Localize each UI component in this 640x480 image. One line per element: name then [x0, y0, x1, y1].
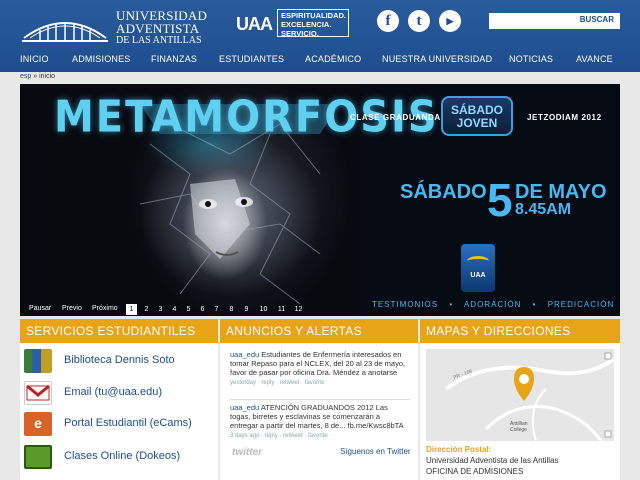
- sabado-joven-badge: SÁBADO JOVEN: [441, 96, 513, 136]
- logo-line-3: DE LAS ANTILLAS: [116, 35, 202, 46]
- address-line: Universidad Adventista de las Antillas: [426, 456, 559, 465]
- slogan-line: SERVICIO.: [281, 29, 319, 38]
- campus-map[interactable]: PR - 106 Antillian College: [426, 349, 614, 441]
- event-day-number: 5: [487, 174, 513, 226]
- link-sep: •: [532, 300, 537, 309]
- slogan-line: EXCELENCIA.: [281, 20, 332, 29]
- link-testimonios[interactable]: TESTIMONIOS: [372, 300, 438, 309]
- slide-page[interactable]: 8: [226, 304, 237, 315]
- banner-jetzodiam: JETZODIAM 2012: [527, 113, 602, 122]
- service-biblioteca[interactable]: Biblioteca Dennis Soto: [20, 347, 218, 375]
- event-time: 8.45AM: [515, 201, 572, 218]
- mapas-panel: PR - 106 Antillian College Dirección Pos…: [420, 343, 620, 480]
- service-label[interactable]: Portal Estudiantil (eCams): [64, 417, 192, 429]
- uaa-emblem-icon: UAA: [461, 244, 495, 292]
- emblem-arc: [467, 256, 489, 266]
- service-label[interactable]: Email (tu@uaa.edu): [64, 386, 162, 398]
- servicios-panel: Biblioteca Dennis Soto Email (tu@uaa.edu…: [20, 343, 218, 480]
- tweet-divider: [230, 399, 410, 400]
- dokeos-icon: [24, 445, 52, 469]
- breadcrumb-sep: »: [31, 73, 40, 80]
- service-ecams[interactable]: e Portal Estudiantil (eCams): [20, 410, 218, 438]
- badge-line-2: JOVEN: [456, 116, 498, 130]
- slide-page[interactable]: 1: [126, 304, 137, 315]
- map-zoom-in[interactable]: [604, 352, 612, 360]
- library-icon: [24, 349, 52, 373]
- main-nav: INICIO ADMISIONES FINANZAS ESTUDIANTES A…: [0, 49, 640, 71]
- map-place-label-2: College: [510, 427, 527, 433]
- breadcrumb-current: inicio: [39, 73, 56, 80]
- slide-page[interactable]: 12: [293, 304, 304, 315]
- logo-text: UNIVERSIDAD ADVENTISTA DE LAS ANTILLAS: [116, 9, 207, 46]
- uaa-mark: UAA: [236, 14, 273, 34]
- map-pin-icon: [514, 367, 534, 401]
- link-adoracion[interactable]: ADORACIÓN: [464, 300, 521, 309]
- link-sep: •: [449, 300, 454, 309]
- prev-button[interactable]: Previo: [62, 305, 82, 312]
- twitter-logo-icon: twitter: [232, 447, 262, 458]
- mapas-header: MAPAS Y DIRECCIONES: [420, 319, 620, 343]
- map-drawing: PR - 106 Antillian College: [444, 352, 614, 441]
- nav-inicio[interactable]: INICIO: [20, 54, 49, 64]
- banner-clase: CLASE GRADUANDA: [350, 113, 441, 122]
- breadcrumb: esp » inicio: [20, 73, 55, 80]
- address-line: OFICINA DE ADMISIONES: [426, 467, 524, 476]
- search-box: BUSCAR: [489, 13, 620, 29]
- slide-page[interactable]: 11: [276, 304, 287, 315]
- service-label[interactable]: Clases Online (Dokeos): [64, 450, 180, 462]
- tweet: uaa_edu Estudiantes de Enfermería intere…: [230, 350, 410, 388]
- slide-page[interactable]: 6: [197, 304, 208, 315]
- breadcrumb-home[interactable]: esp: [20, 73, 31, 80]
- nav-admisiones[interactable]: ADMISIONES: [72, 54, 131, 64]
- slogan-line: ESPIRITUALIDAD.: [281, 11, 347, 20]
- service-email[interactable]: Email (tu@uaa.edu): [20, 379, 218, 407]
- youtube-icon[interactable]: ▶: [439, 10, 461, 32]
- emblem-text: UAA: [470, 272, 486, 279]
- nav-estudiantes[interactable]: ESTUDIANTES: [219, 54, 284, 64]
- slide-page[interactable]: 3: [155, 304, 166, 315]
- slide-page[interactable]: 5: [183, 304, 194, 315]
- anuncios-panel: uaa_edu Estudiantes de Enfermería intere…: [220, 343, 418, 480]
- tweet-user[interactable]: uaa_edu: [230, 350, 259, 359]
- slide-page[interactable]: 7: [211, 304, 222, 315]
- hero-banner[interactable]: METAMORFOSIS CLASE GRADUANDA SÁBADO JOVE…: [20, 84, 620, 316]
- slide-page[interactable]: 2: [141, 304, 152, 315]
- email-icon: [24, 381, 52, 405]
- servicios-header: SERVICIOS ESTUDIANTILES: [20, 319, 218, 343]
- search-input[interactable]: [491, 14, 581, 28]
- slide-page[interactable]: 4: [169, 304, 180, 315]
- slogan-box: ESPIRITUALIDAD. EXCELENCIA. SERVICIO.: [277, 9, 349, 38]
- twitter-icon[interactable]: t: [408, 10, 430, 32]
- tweet-user[interactable]: uaa_edu: [230, 403, 259, 412]
- next-button[interactable]: Próximo: [92, 305, 118, 312]
- service-dokeos[interactable]: Clases Online (Dokeos): [20, 443, 218, 471]
- service-label[interactable]: Biblioteca Dennis Soto: [64, 354, 175, 366]
- tweet-meta[interactable]: 3 days ago · reply · retweet · favorite: [230, 432, 410, 441]
- banner-links: TESTIMONIOS • ADORACIÓN • PREDICACIÓN: [372, 300, 620, 309]
- tweet-meta[interactable]: yesterday · reply · retweet · favorite: [230, 379, 410, 388]
- slide-page[interactable]: 10: [258, 304, 269, 315]
- search-button[interactable]: BUSCAR: [580, 15, 614, 24]
- tweet: uaa_edu ATENCIÓN GRADUANDOS 2012 Las tog…: [230, 403, 410, 441]
- logo-line-2: ADVENTISTA: [116, 21, 200, 36]
- nav-avance[interactable]: AVANCE: [576, 54, 613, 64]
- nav-noticias[interactable]: NOTICIAS: [509, 54, 553, 64]
- link-predicacion[interactable]: PREDICACIÓN: [548, 300, 615, 309]
- follow-twitter-link[interactable]: Síguenos en Twitter: [340, 447, 411, 456]
- building-logo-icon: [22, 22, 108, 42]
- nav-nuestra-universidad[interactable]: NUESTRA UNIVERSIDAD: [382, 54, 492, 64]
- map-zoom-out[interactable]: [604, 430, 612, 438]
- slide-page[interactable]: 9: [241, 304, 252, 315]
- event-day: SÁBADO: [400, 181, 487, 203]
- facebook-icon[interactable]: f: [377, 10, 399, 32]
- address-label: Dirección Postal:: [426, 445, 492, 454]
- ecams-icon: e: [24, 412, 52, 436]
- pause-button[interactable]: Pausar: [29, 305, 51, 312]
- nav-finanzas[interactable]: FINANZAS: [151, 54, 197, 64]
- anuncios-header: ANUNCIOS Y ALERTAS: [220, 319, 418, 343]
- nav-academico[interactable]: ACADÉMICO: [305, 54, 361, 64]
- site-header: UNIVERSIDAD ADVENTISTA DE LAS ANTILLAS U…: [0, 0, 640, 72]
